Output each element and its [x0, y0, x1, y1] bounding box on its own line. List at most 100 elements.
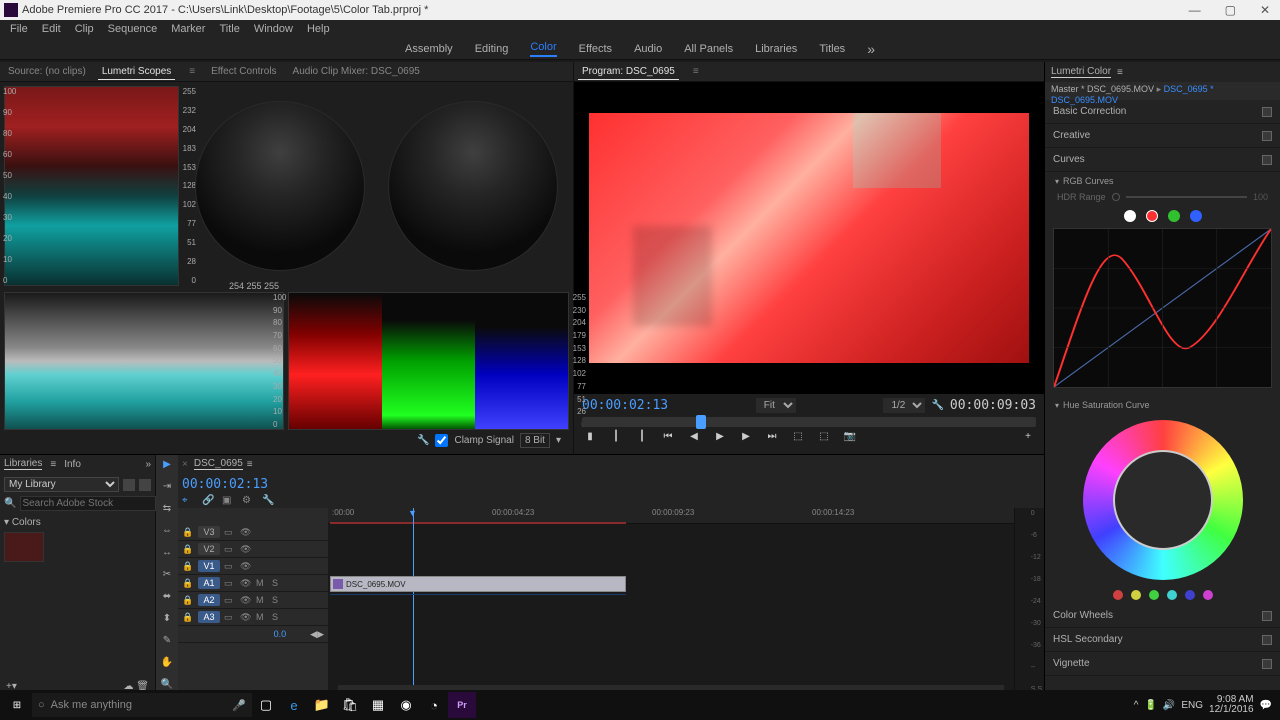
program-scrubber[interactable]	[582, 417, 1036, 427]
track-v1[interactable]: 🔒V1▭👁	[178, 558, 328, 575]
workspace-effects[interactable]: Effects	[579, 43, 612, 55]
workspace-color[interactable]: Color	[530, 41, 556, 57]
hue-target-magenta[interactable]	[1203, 590, 1213, 600]
library-select[interactable]: My Library	[4, 477, 119, 492]
panel-menu-icon[interactable]: ≡	[185, 64, 199, 79]
section-toggle-checkbox[interactable]	[1262, 611, 1272, 621]
fit-select[interactable]: Fit	[756, 398, 796, 413]
settings-icon[interactable]: ⚙	[242, 495, 256, 506]
app-icon[interactable]: ▦	[364, 692, 392, 718]
bit-depth-select[interactable]: 8 Bit	[520, 433, 550, 448]
section-toggle-checkbox[interactable]	[1262, 155, 1272, 165]
dropdown-icon[interactable]: ▾	[556, 435, 561, 446]
section-toggle-checkbox[interactable]	[1262, 131, 1272, 141]
menu-sequence[interactable]: Sequence	[102, 22, 164, 36]
program-timecode-in[interactable]: 00:00:02:13	[582, 398, 668, 413]
track-a1[interactable]: 🔒A1▭👁MS	[178, 575, 328, 592]
workspace-titles[interactable]: Titles	[819, 43, 845, 55]
clamp-signal-checkbox[interactable]	[435, 434, 448, 447]
blue-channel-button[interactable]	[1190, 210, 1202, 222]
luma-channel-button[interactable]	[1124, 210, 1136, 222]
red-channel-button[interactable]	[1146, 210, 1158, 222]
ripple-edit-tool[interactable]: ⇆	[159, 503, 175, 519]
maximize-button[interactable]: ▢	[1219, 3, 1242, 17]
track-select-tool[interactable]: ⇥	[159, 481, 175, 497]
color-wheels-section[interactable]: Color Wheels	[1053, 610, 1113, 621]
menu-edit[interactable]: Edit	[36, 22, 67, 36]
tray-overflow-icon[interactable]: ^	[1134, 700, 1139, 711]
razor-tool[interactable]: ✂	[159, 569, 175, 585]
tab-lumetri-color[interactable]: Lumetri Color	[1051, 66, 1111, 78]
go-to-out-button[interactable]: ⏭	[764, 431, 780, 445]
marker-icon[interactable]: ▣	[222, 495, 236, 506]
edge-icon[interactable]: e	[280, 692, 308, 718]
timeline-tab[interactable]: DSC_0695	[194, 458, 243, 470]
wrench-icon[interactable]: 🔧	[417, 435, 429, 446]
mark-out-button[interactable]: ┃	[634, 431, 650, 445]
menu-window[interactable]: Window	[248, 22, 299, 36]
button-editor-icon[interactable]: +	[1020, 431, 1036, 445]
panel-menu-icon[interactable]: ≡	[1117, 67, 1123, 78]
menu-marker[interactable]: Marker	[165, 22, 211, 36]
hue-target-cyan[interactable]	[1167, 590, 1177, 600]
close-button[interactable]: ✕	[1254, 3, 1276, 17]
store-icon[interactable]: 🛍	[336, 692, 364, 718]
playhead-icon[interactable]	[696, 415, 706, 429]
section-toggle-checkbox[interactable]	[1262, 635, 1272, 645]
chrome-icon[interactable]: ◉	[392, 692, 420, 718]
collapse-icon[interactable]: ▾	[4, 517, 9, 528]
play-button[interactable]: ▶	[712, 431, 728, 445]
slip-tool[interactable]: ⬌	[159, 591, 175, 607]
cortana-search[interactable]: ○Ask me anything🎤	[32, 693, 252, 717]
zoom-select[interactable]: 1/2	[883, 398, 925, 413]
tab-effect-controls[interactable]: Effect Controls	[207, 64, 280, 79]
hsl-secondary-section[interactable]: HSL Secondary	[1053, 634, 1123, 645]
workspace-editing[interactable]: Editing	[475, 43, 509, 55]
grid-view-icon[interactable]	[123, 479, 135, 491]
add-marker-button[interactable]: ┃	[608, 431, 624, 445]
section-toggle-checkbox[interactable]	[1262, 107, 1272, 117]
hue-target-red[interactable]	[1113, 590, 1123, 600]
workspace-all-panels[interactable]: All Panels	[684, 43, 733, 55]
slide-tool[interactable]: ⬍	[159, 613, 175, 629]
timeline-content[interactable]: :00:0000:00:04:2300:00:09:2300:00:14:23 …	[328, 508, 1014, 695]
tab-lumetri-scopes[interactable]: Lumetri Scopes	[98, 64, 175, 80]
hue-target-blue[interactable]	[1185, 590, 1195, 600]
rgb-curves-editor[interactable]	[1053, 228, 1272, 388]
menu-title[interactable]: Title	[213, 22, 245, 36]
hue-saturation-wheel[interactable]	[1083, 420, 1243, 580]
minimize-button[interactable]: —	[1183, 3, 1207, 17]
hue-sat-subsection[interactable]: Hue Saturation Curve	[1045, 396, 1280, 414]
timeline-timecode[interactable]: 00:00:02:13	[182, 477, 268, 492]
section-toggle-checkbox[interactable]	[1262, 659, 1272, 669]
creative-section[interactable]: Creative	[1053, 130, 1090, 141]
program-video-frame[interactable]	[589, 113, 1029, 363]
green-channel-button[interactable]	[1168, 210, 1180, 222]
start-button[interactable]: ⊞	[2, 692, 32, 718]
rate-stretch-tool[interactable]: ↔	[159, 547, 175, 563]
tab-audio-mixer[interactable]: Audio Clip Mixer: DSC_0695	[289, 64, 424, 79]
workspace-switcher[interactable]: AssemblyEditingColorEffectsAudioAll Pane…	[0, 38, 1280, 60]
system-clock[interactable]: 9:08 AM12/1/2016	[1209, 695, 1254, 715]
menu-clip[interactable]: Clip	[69, 22, 100, 36]
menu-file[interactable]: File	[4, 22, 34, 36]
hue-target-yellow[interactable]	[1131, 590, 1141, 600]
snap-icon[interactable]: ⌖	[182, 495, 196, 506]
step-forward-button[interactable]: ▶	[738, 431, 754, 445]
track-a3[interactable]: 🔒A3▭👁MS	[178, 609, 328, 626]
tab-source[interactable]: Source: (no clips)	[4, 64, 90, 79]
language-indicator[interactable]: ENG	[1181, 700, 1203, 711]
track-a2[interactable]: 🔒A2▭👁MS	[178, 592, 328, 609]
notifications-icon[interactable]: 💬	[1260, 700, 1272, 711]
list-view-icon[interactable]	[139, 479, 151, 491]
rolling-edit-tool[interactable]: ⇔	[159, 525, 175, 541]
mark-in-button[interactable]: ▮	[582, 431, 598, 445]
hue-target-green[interactable]	[1149, 590, 1159, 600]
curves-section[interactable]: Curves	[1053, 154, 1085, 165]
task-view-button[interactable]: ▢	[252, 692, 280, 718]
hand-tool[interactable]: ✋	[159, 657, 175, 673]
workspace-assembly[interactable]: Assembly	[405, 43, 453, 55]
track-v2[interactable]: 🔒V2▭👁	[178, 541, 328, 558]
explorer-icon[interactable]: 📁	[308, 692, 336, 718]
rgb-curves-subsection[interactable]: RGB Curves	[1045, 172, 1280, 190]
